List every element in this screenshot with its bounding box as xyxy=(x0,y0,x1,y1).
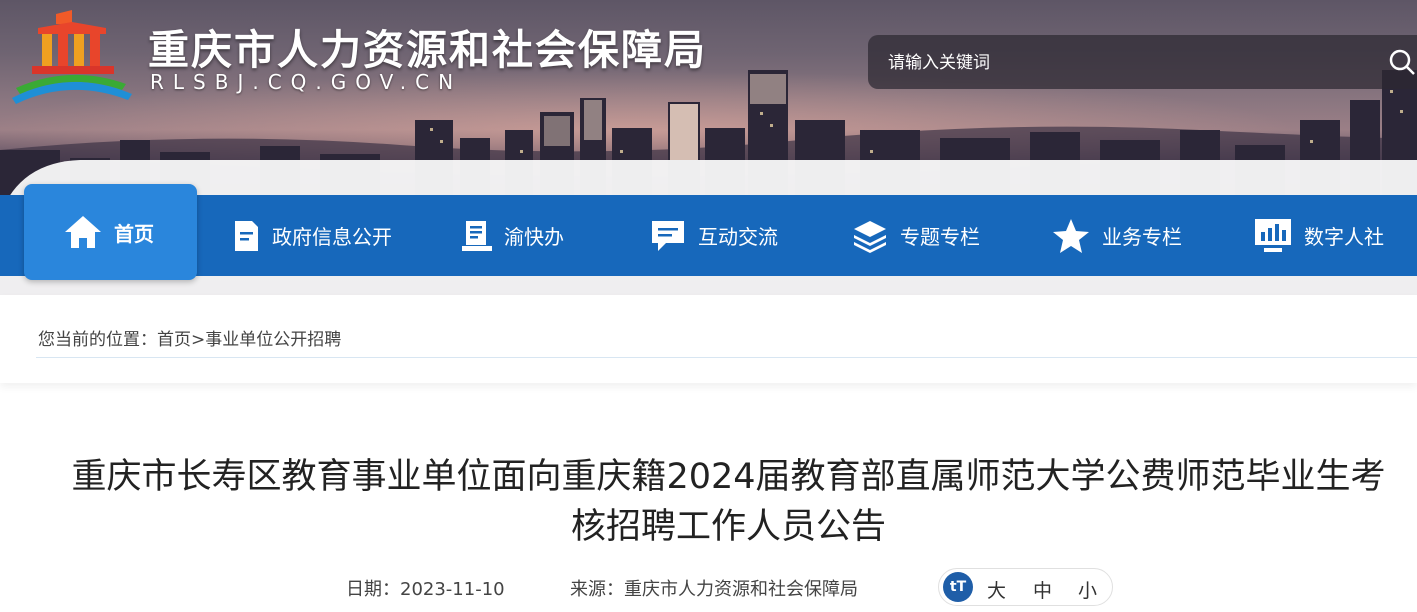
chat-icon xyxy=(652,220,684,251)
nav-item-label: 业务专栏 xyxy=(1102,225,1182,249)
source-value: 重庆市人力资源和社会保障局 xyxy=(624,579,858,600)
nav-item-business[interactable]: 业务专栏 xyxy=(1052,195,1182,276)
font-size-small-button[interactable]: 小 xyxy=(1078,576,1097,603)
article-date: 日期：2023-11-10 xyxy=(346,575,505,601)
nav-item-label: 互动交流 xyxy=(698,225,778,249)
nav-item-label: 政府信息公开 xyxy=(272,225,392,249)
source-label: 来源： xyxy=(570,579,624,600)
nav-item-home[interactable]: 首页 xyxy=(64,184,154,280)
nav-item-topics[interactable]: 专题专栏 xyxy=(852,195,980,276)
article-title-line2: 核招聘工作人员公告 xyxy=(570,507,886,547)
nav-item-label: 数字人社 xyxy=(1304,225,1384,249)
site-domain: RLSBJ.CQ.GOV.CN xyxy=(150,70,463,94)
article-title: 重庆市长寿区教育事业单位面向重庆籍2024届教育部直属师范大学公费师范毕业生考核… xyxy=(40,452,1417,552)
breadcrumb: 您当前的位置：首页>事业单位公开招聘 xyxy=(38,325,341,350)
site-title: 重庆市人力资源和社会保障局 xyxy=(148,26,707,74)
nav-item-yukuaiban[interactable]: 渝快办 xyxy=(462,195,564,276)
search-box xyxy=(868,35,1417,89)
breadcrumb-current-link[interactable]: 事业单位公开招聘 xyxy=(205,330,341,350)
article-title-line1: 重庆市长寿区教育事业单位面向重庆籍2024届教育部直属师范大学公费师范毕业生考 xyxy=(71,457,1386,497)
font-size-medium-button[interactable]: 中 xyxy=(1033,576,1052,603)
nav-item-label: 渝快办 xyxy=(504,225,564,249)
article-source: 来源：重庆市人力资源和社会保障局 xyxy=(570,575,858,601)
breadcrumb-prefix: 您当前的位置： xyxy=(38,330,157,350)
nav-item-digital[interactable]: 数字人社 xyxy=(1254,195,1384,276)
document-icon xyxy=(235,220,258,251)
nav-item-gov-info[interactable]: 政府信息公开 xyxy=(232,195,392,276)
font-size-icon: tT xyxy=(943,572,973,602)
layers-icon xyxy=(854,220,886,253)
star-icon xyxy=(1053,218,1089,253)
search-input[interactable] xyxy=(886,49,1370,77)
font-size-large-button[interactable]: 大 xyxy=(987,576,1006,603)
bureau-logo xyxy=(12,10,132,104)
nav-item-interaction[interactable]: 互动交流 xyxy=(650,195,778,276)
nav-item-label: 专题专栏 xyxy=(900,225,980,249)
monitor-chart-icon xyxy=(1255,218,1291,252)
breadcrumb-separator: > xyxy=(191,330,206,350)
search-icon[interactable] xyxy=(1388,48,1416,76)
clipboard-icon xyxy=(462,220,492,251)
nav-item-label: 首页 xyxy=(114,221,154,246)
home-icon xyxy=(65,216,101,248)
font-size-switcher: tT 大 中 小 xyxy=(938,568,1113,606)
breadcrumb-home-link[interactable]: 首页 xyxy=(157,330,191,350)
date-label: 日期： xyxy=(346,579,400,600)
breadcrumb-divider xyxy=(36,357,1417,358)
date-value: 2023-11-10 xyxy=(400,579,505,600)
